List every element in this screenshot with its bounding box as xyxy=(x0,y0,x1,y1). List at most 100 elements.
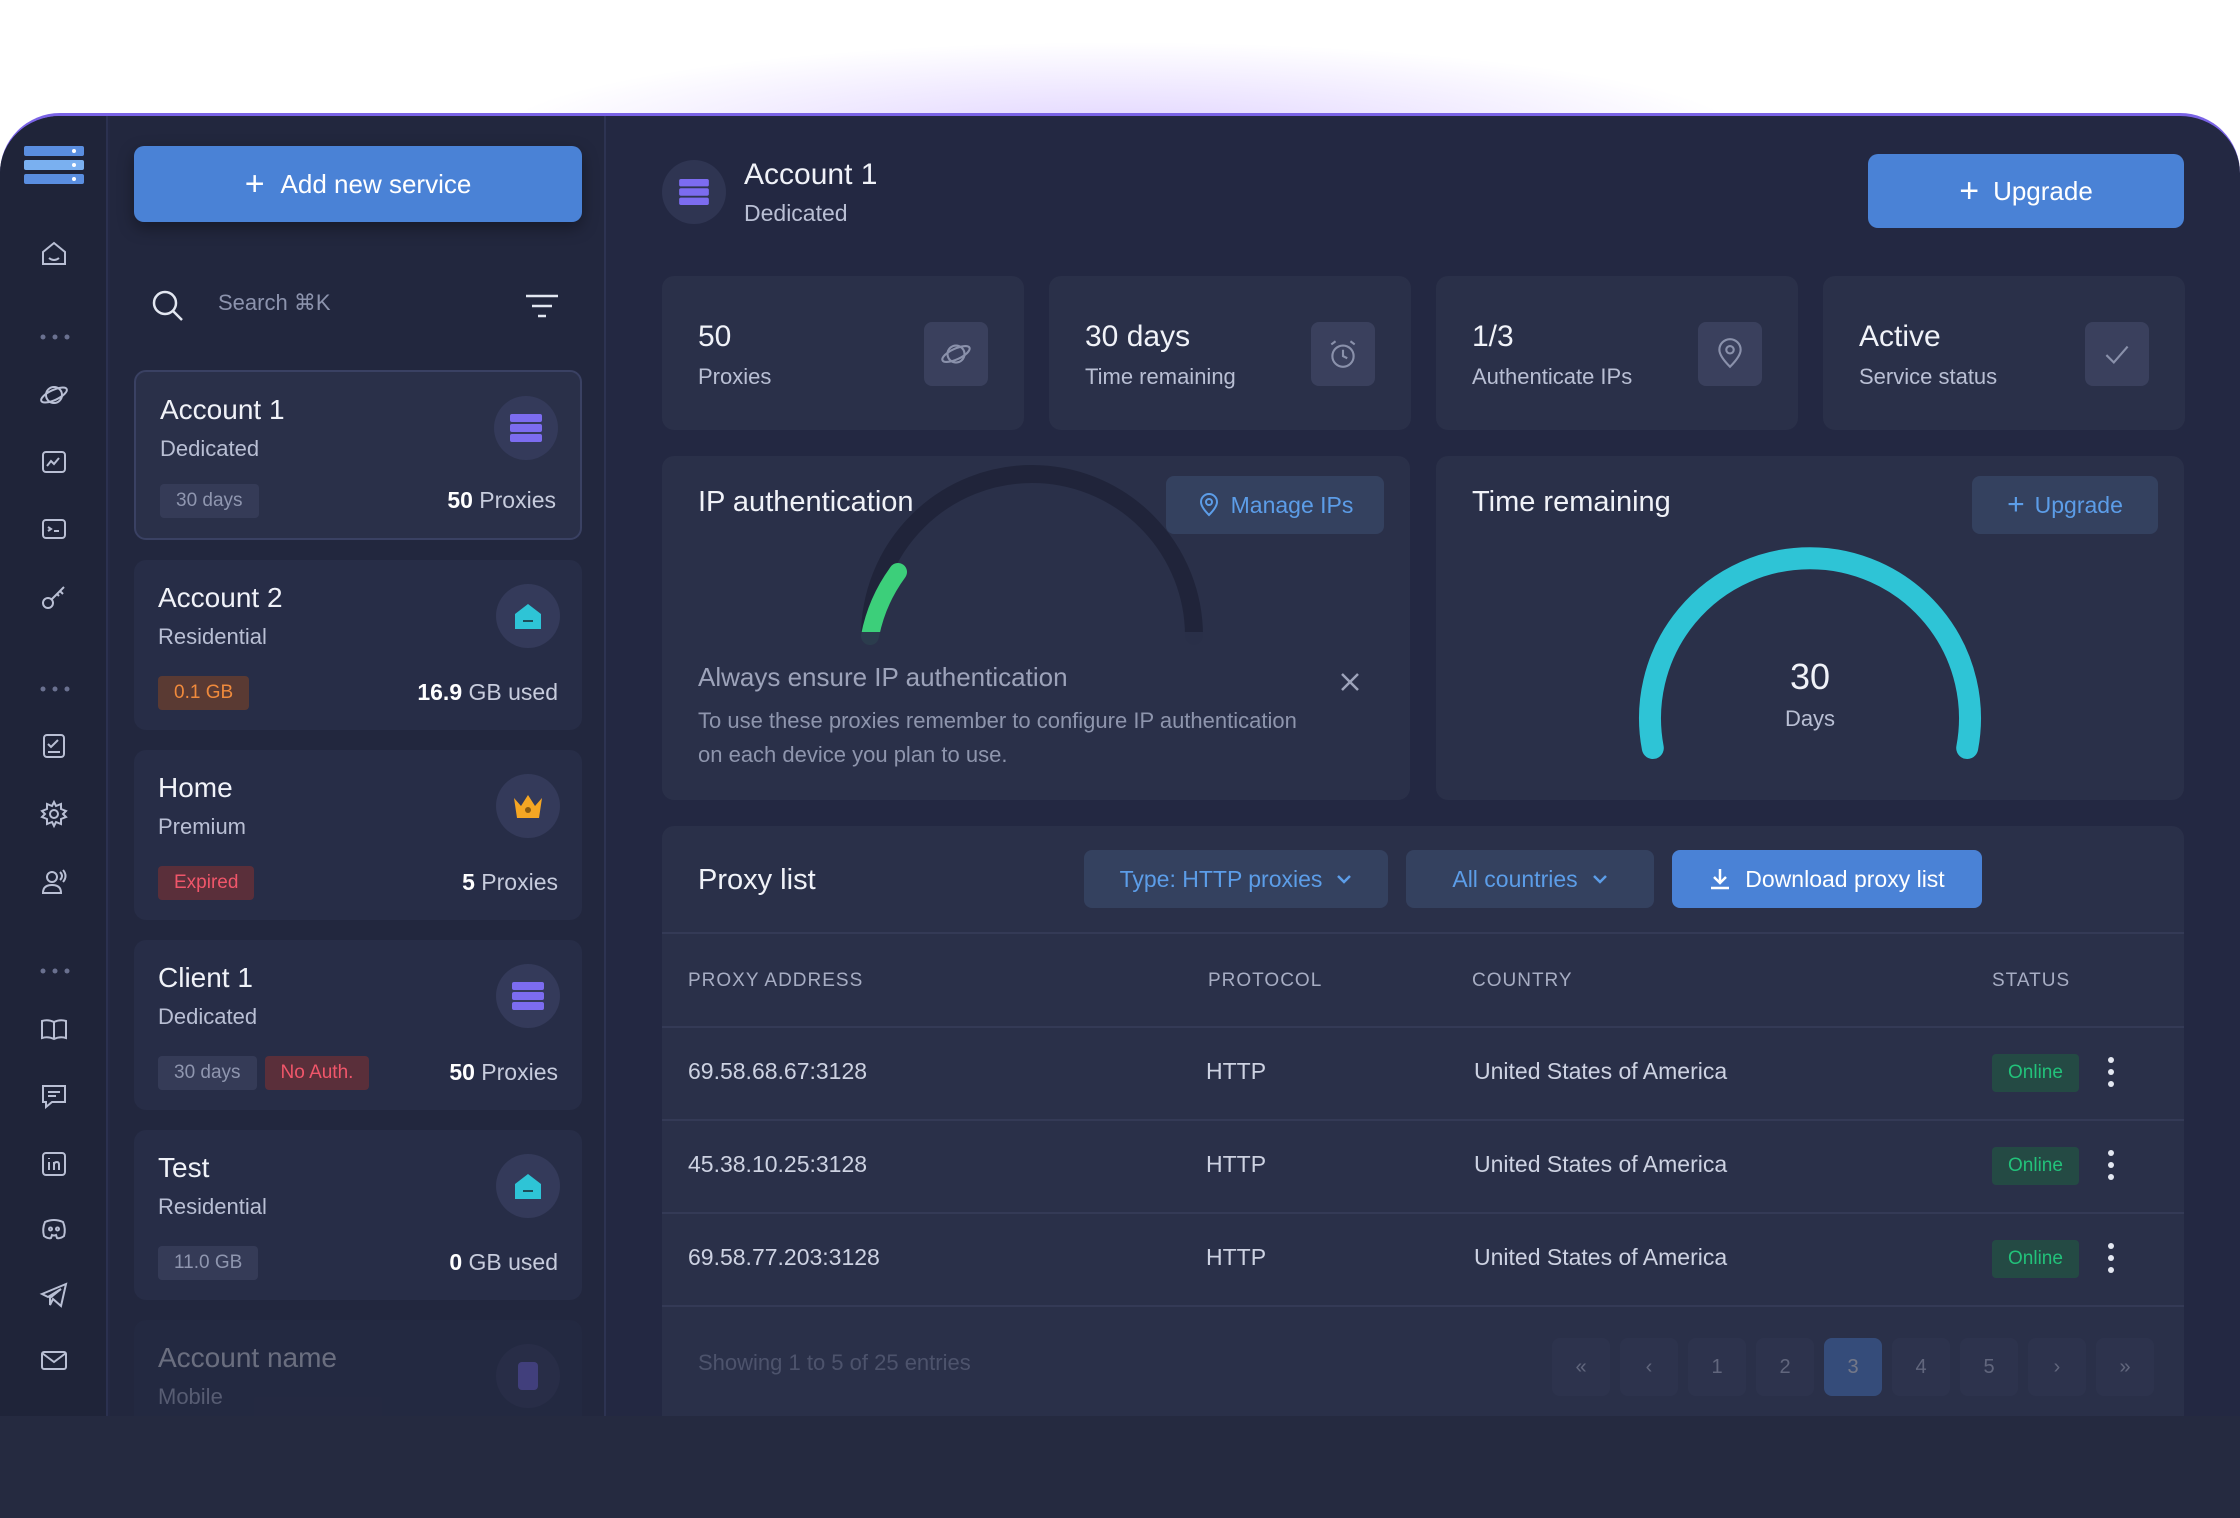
next-page-button[interactable]: › xyxy=(2028,1338,2086,1396)
stat-label: Proxies xyxy=(698,364,772,389)
main-content: Account 1 Dedicated + Upgrade 50 Proxies… xyxy=(608,116,2240,1416)
notice-text: To use these proxies remember to configu… xyxy=(698,708,1297,767)
no-auth-tag: No Auth. xyxy=(264,1056,370,1090)
pagination-info: Showing 1 to 5 of 25 entries xyxy=(698,1350,971,1375)
first-page-button[interactable]: « xyxy=(1552,1338,1610,1396)
time-remaining-panel: Time remaining + Upgrade 30 Days xyxy=(1436,456,2184,800)
mobile-icon xyxy=(496,1344,560,1408)
country-filter-dropdown[interactable]: All countries xyxy=(1406,850,1654,908)
bottom-band xyxy=(0,1416,2240,1518)
more-dots-icon xyxy=(40,334,70,340)
more-options-icon[interactable] xyxy=(2106,1240,2116,1276)
stat-card-service-status: Active Service status xyxy=(1823,276,2185,430)
last-page-button[interactable]: » xyxy=(2096,1338,2154,1396)
plus-icon: + xyxy=(1959,171,1980,210)
prev-page-button[interactable]: ‹ xyxy=(1620,1338,1678,1396)
service-name: Account 1 xyxy=(160,394,285,425)
download-proxy-list-button[interactable]: Download proxy list xyxy=(1672,850,1982,908)
pagination: Showing 1 to 5 of 25 entries « ‹ 1 2 3 4… xyxy=(662,1324,2184,1404)
mail-icon[interactable] xyxy=(35,1341,73,1379)
more-dots-icon xyxy=(40,968,70,974)
type-filter-dropdown[interactable]: Type: HTTP proxies xyxy=(1084,850,1388,908)
logo-icon[interactable] xyxy=(24,146,84,184)
linkedin-icon[interactable] xyxy=(35,1145,73,1183)
ip-authentication-panel: IP authentication Manage IPs Always ensu… xyxy=(662,456,1410,800)
column-header: STATUS xyxy=(1992,970,2071,991)
filter-icon[interactable] xyxy=(524,292,560,320)
table-row[interactable]: 69.58.68.67:3128 HTTP United States of A… xyxy=(662,1028,2184,1121)
telegram-icon[interactable] xyxy=(35,1276,73,1314)
terminal-icon[interactable] xyxy=(35,510,73,548)
location-pin-icon xyxy=(1698,322,1762,386)
stat-card-time-remaining: 30 days Time remaining xyxy=(1049,276,1411,430)
key-icon[interactable] xyxy=(35,578,73,616)
book-icon[interactable] xyxy=(35,1010,73,1048)
proxy-country: United States of America xyxy=(1474,1244,1728,1270)
country-filter-label: All countries xyxy=(1452,865,1578,892)
server-icon xyxy=(496,964,560,1028)
more-dots-icon xyxy=(40,686,70,692)
column-header: COUNTRY xyxy=(1472,970,1573,991)
service-type: Dedicated xyxy=(158,1004,258,1029)
stat-card-proxies: 50 Proxies xyxy=(662,276,1024,430)
page-title: Account 1 xyxy=(744,158,878,191)
check-icon xyxy=(2085,322,2149,386)
icon-rail xyxy=(0,116,108,1416)
service-card-home[interactable]: Home Premium Expired 5 Proxies xyxy=(134,750,582,920)
alarm-clock-icon xyxy=(1311,322,1375,386)
status-badge: Online xyxy=(1992,1147,2079,1185)
close-icon[interactable] xyxy=(1338,670,1362,694)
service-stat: 5 Proxies xyxy=(462,869,558,895)
add-new-service-button[interactable]: + Add new service xyxy=(134,146,582,222)
stat-value: Active xyxy=(1859,320,1941,353)
proxy-country: United States of America xyxy=(1474,1151,1728,1177)
service-name: Client 1 xyxy=(158,962,253,993)
proxy-address: 69.58.68.67:3128 xyxy=(688,1058,868,1084)
more-options-icon[interactable] xyxy=(2106,1147,2116,1183)
page-button[interactable]: 5 xyxy=(1960,1338,2018,1396)
upgrade-button[interactable]: + Upgrade xyxy=(1868,154,2184,228)
checklist-icon[interactable] xyxy=(35,727,73,765)
service-card-test[interactable]: Test Residential 11.0 GB 0 GB used xyxy=(134,1130,582,1300)
service-name: Home xyxy=(158,772,233,803)
crown-icon xyxy=(496,774,560,838)
dashboard-icon[interactable] xyxy=(35,443,73,481)
planet-icon[interactable] xyxy=(35,376,73,414)
chat-icon[interactable] xyxy=(35,1077,73,1115)
service-type: Residential xyxy=(158,624,267,649)
app-window: + Add new service Search ⌘K Account 1 De… xyxy=(0,113,2240,1416)
column-header: PROTOCOL xyxy=(1208,970,1323,991)
gear-icon[interactable] xyxy=(35,795,73,833)
stat-label: Time remaining xyxy=(1085,364,1236,389)
service-card-account-2[interactable]: Account 2 Residential 0.1 GB 16.9 GB use… xyxy=(134,560,582,730)
service-card-account-name[interactable]: Account name Mobile xyxy=(134,1320,582,1416)
page-button[interactable]: 4 xyxy=(1892,1338,1950,1396)
service-name: Account 2 xyxy=(158,582,283,613)
panel-title: Proxy list xyxy=(698,864,816,896)
page-button[interactable]: 1 xyxy=(1688,1338,1746,1396)
server-icon xyxy=(662,160,726,224)
status-badge: Online xyxy=(1992,1240,2079,1278)
service-stat: 50 Proxies xyxy=(447,487,556,513)
service-name: Account name xyxy=(158,1342,337,1373)
plus-icon: + xyxy=(244,165,265,203)
proxy-protocol: HTTP xyxy=(1206,1058,1267,1084)
search-input[interactable]: Search ⌘K xyxy=(218,290,331,316)
support-user-icon[interactable] xyxy=(35,863,73,901)
discord-icon[interactable] xyxy=(35,1210,73,1248)
service-stat: 50 Proxies xyxy=(449,1059,558,1085)
table-row[interactable]: 45.38.10.25:3128 HTTP United States of A… xyxy=(662,1121,2184,1214)
search-icon xyxy=(152,290,183,321)
more-options-icon[interactable] xyxy=(2106,1054,2116,1090)
page-button[interactable]: 2 xyxy=(1756,1338,1814,1396)
gauge-value: 30 xyxy=(1789,656,1831,697)
home-icon[interactable] xyxy=(35,235,73,273)
table-row[interactable]: 69.58.77.203:3128 HTTP United States of … xyxy=(662,1214,2184,1307)
current-page-button[interactable]: 3 xyxy=(1824,1338,1882,1396)
service-card-client-1[interactable]: Client 1 Dedicated 30 days No Auth. 50 P… xyxy=(134,940,582,1110)
house-icon xyxy=(496,1154,560,1218)
type-filter-label: Type: HTTP proxies xyxy=(1119,865,1323,892)
service-type: Mobile xyxy=(158,1384,223,1409)
service-card-account-1[interactable]: Account 1 Dedicated 30 days 50 Proxies xyxy=(134,370,582,540)
search-bar[interactable]: Search ⌘K xyxy=(134,276,582,332)
